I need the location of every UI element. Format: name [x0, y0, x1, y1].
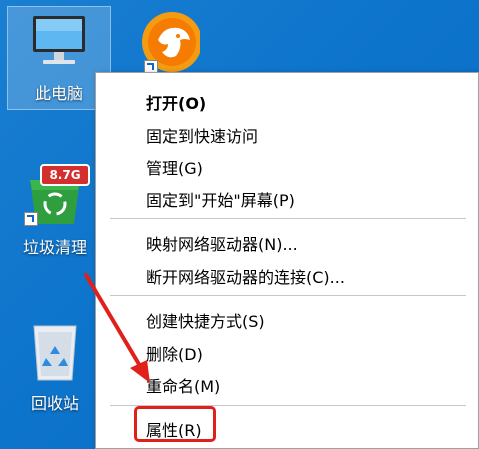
- desktop-icon-this-pc[interactable]: 此电脑: [16, 10, 102, 104]
- menu-item-disconnect-network-drive[interactable]: 断开网络驱动器的连接(C)...: [146, 264, 345, 288]
- desktop-icon-label: 垃圾清理: [22, 238, 87, 257]
- menu-item-manage[interactable]: 管理(G): [146, 155, 203, 179]
- desktop-icon-recycle-bin[interactable]: 回收站: [12, 318, 98, 414]
- desktop-icon-label: 此电脑: [34, 84, 83, 103]
- menu-item-rename[interactable]: 重命名(M): [146, 373, 220, 397]
- recycle-bin-icon: [22, 318, 88, 384]
- annotation-highlight-box: [134, 406, 216, 442]
- shortcut-arrow-icon: [24, 212, 38, 226]
- desktop-icon-trash-cleaner[interactable]: 8.7G 垃圾清理: [12, 160, 98, 258]
- computer-icon: [27, 10, 91, 74]
- menu-item-open[interactable]: 打开(O): [146, 90, 206, 114]
- desktop-icon-label: 回收站: [30, 394, 79, 413]
- context-menu: 打开(O) 固定到快速访问 管理(G) 固定到"开始"屏幕(P) 映射网络驱动器…: [95, 72, 479, 449]
- trash-cleaner-icon: 8.7G: [20, 160, 90, 230]
- menu-item-pin-quick-access[interactable]: 固定到快速访问: [146, 123, 258, 147]
- storage-badge: 8.7G: [40, 164, 90, 186]
- cheetah-browser-icon: [134, 10, 202, 76]
- menu-item-map-network-drive[interactable]: 映射网络驱动器(N)...: [146, 231, 298, 255]
- menu-item-pin-start[interactable]: 固定到"开始"屏幕(P): [146, 187, 295, 211]
- menu-item-delete[interactable]: 删除(D): [146, 341, 203, 365]
- menu-item-create-shortcut[interactable]: 创建快捷方式(S): [146, 308, 265, 332]
- menu-separator: [110, 295, 466, 296]
- menu-separator: [110, 218, 466, 219]
- desktop-icon-browser[interactable]: [124, 10, 210, 76]
